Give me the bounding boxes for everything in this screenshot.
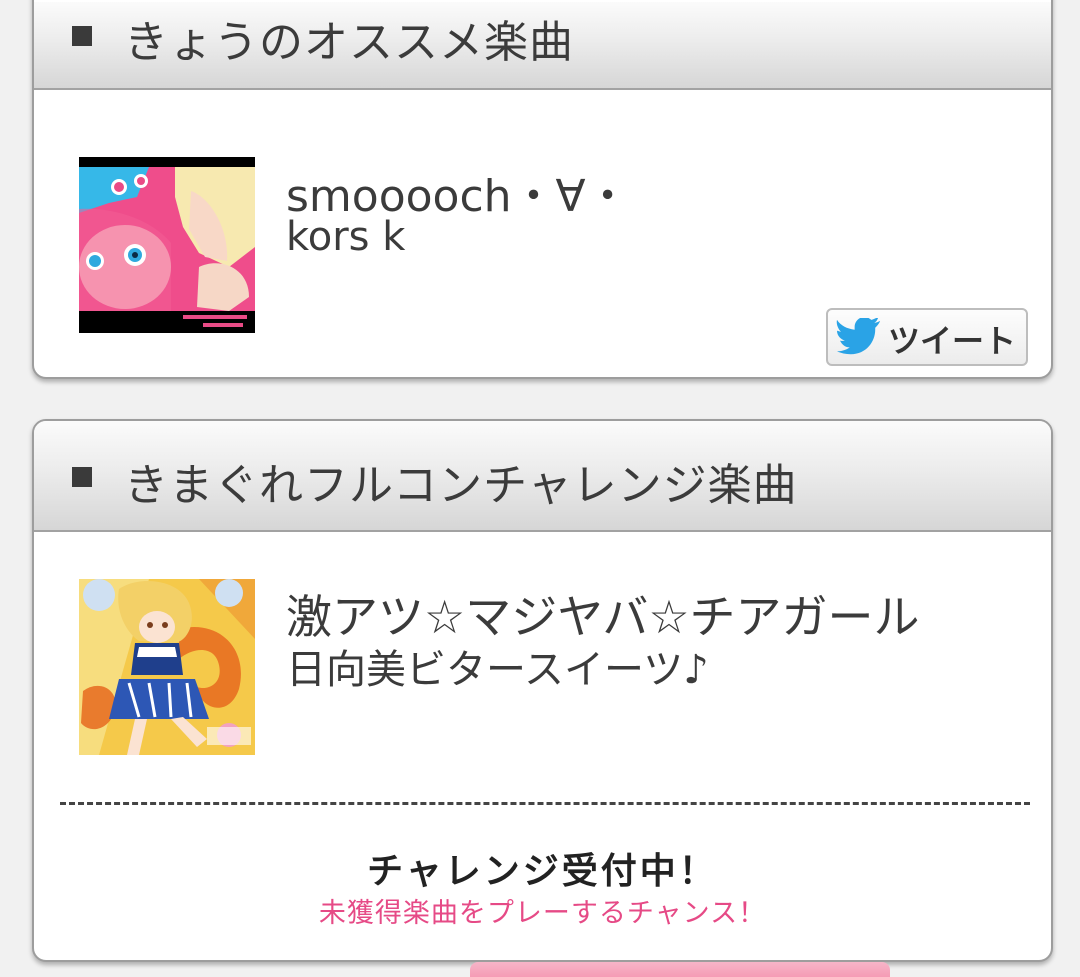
recommend-panel: きょうのオススメ楽曲 smooooch・∀・ kors k ツイート: [32, 0, 1053, 379]
challenge-panel: きまぐれフルコンチャレンジ楽曲 激アツ☆マジヤバ☆チアガール 日向美ビタースイー…: [32, 419, 1053, 962]
recommend-jacket-image[interactable]: [79, 157, 255, 333]
challenge-note-text: 未獲得楽曲をプレーするチャンス！: [318, 898, 767, 929]
dashed-divider: [60, 802, 1030, 805]
challenge-jacket-image[interactable]: [79, 579, 255, 755]
challenge-header: きまぐれフルコンチャレンジ楽曲: [34, 421, 1051, 532]
square-bullet-icon: [72, 26, 92, 46]
recommend-header-title: きょうのオススメ楽曲: [124, 17, 574, 68]
tweet-label: ツイート: [888, 322, 1017, 360]
twitter-bird-icon: [836, 318, 881, 355]
tweet-button[interactable]: ツイート: [826, 308, 1028, 366]
recommend-song-artist: kors k: [286, 214, 406, 260]
challenge-song-artist: 日向美ビタースイーツ♪: [286, 647, 709, 693]
challenge-status-text: チャレンジ受付中！: [367, 851, 718, 892]
pink-action-button-edge[interactable]: [470, 962, 890, 977]
challenge-header-title: きまぐれフルコンチャレンジ楽曲: [124, 460, 798, 511]
square-bullet-icon: [72, 467, 92, 487]
recommend-header: きょうのオススメ楽曲: [34, 2, 1051, 90]
